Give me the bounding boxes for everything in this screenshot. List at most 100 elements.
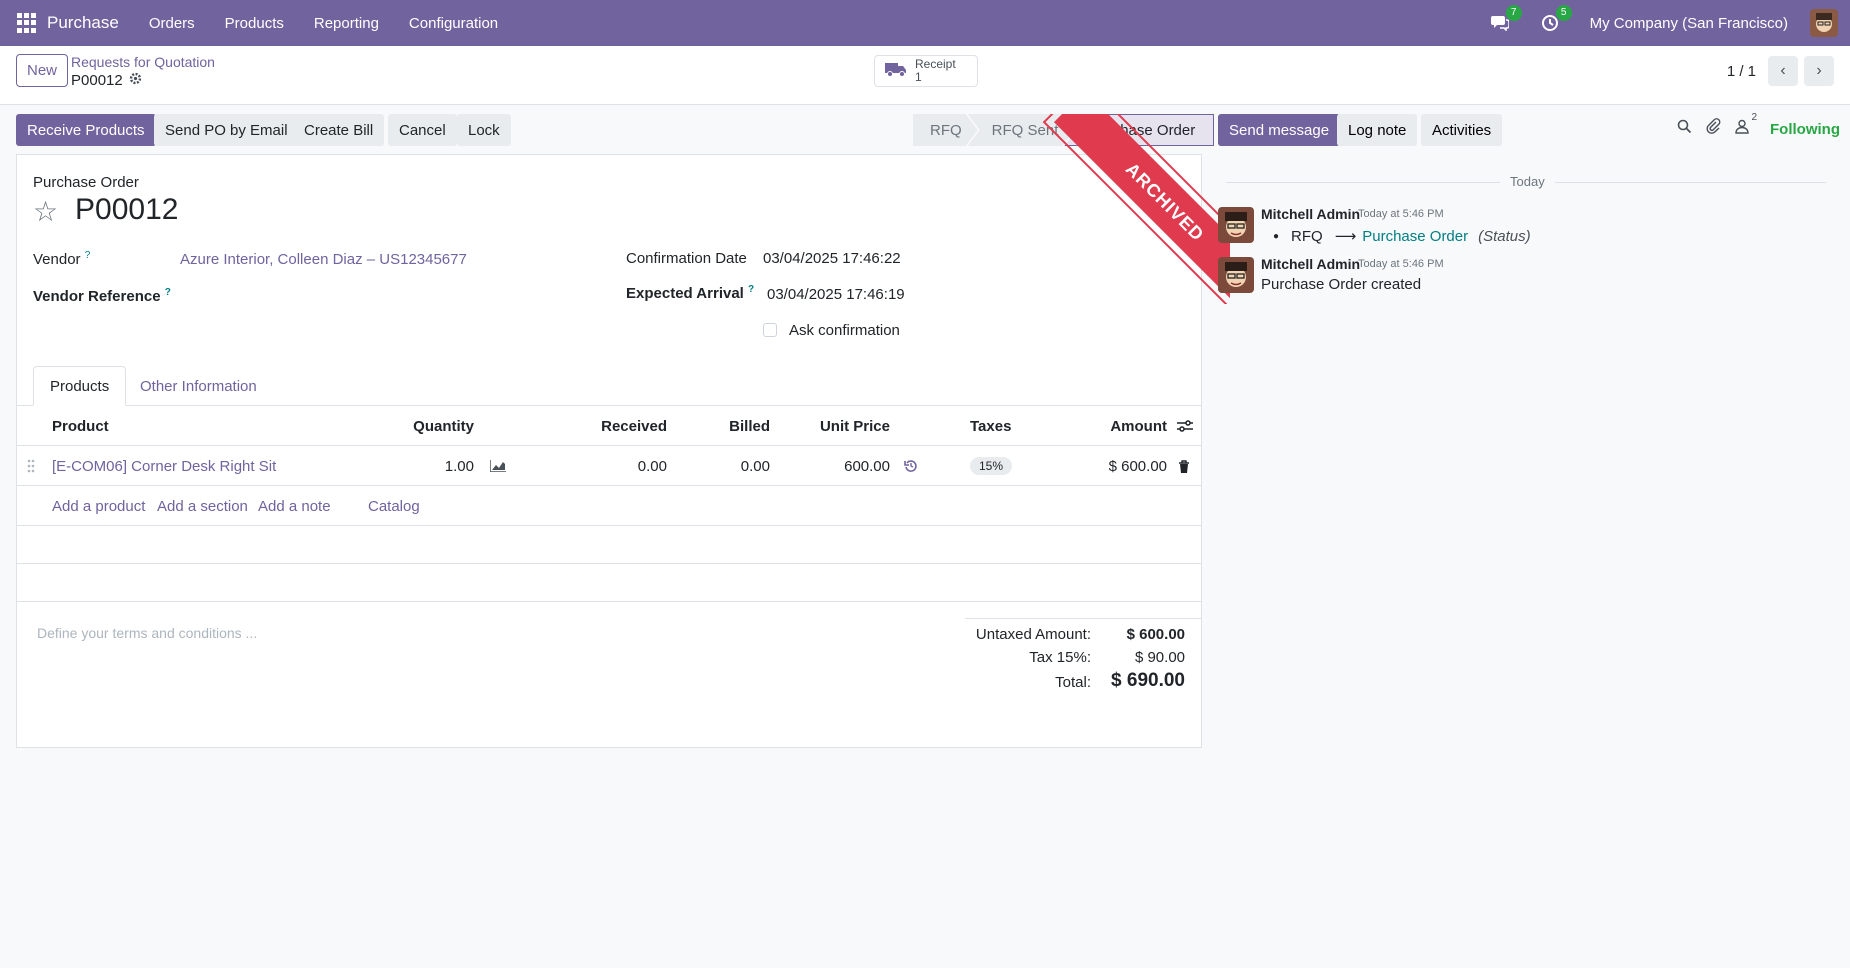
quantity-cell[interactable]: 1.00 <box>317 446 474 486</box>
pager-previous-button[interactable]: ‹ <box>1768 56 1798 86</box>
terms-conditions-field[interactable]: Define your terms and conditions ... <box>37 625 257 641</box>
messages-badge: 7 <box>1505 5 1522 21</box>
empty-row <box>17 564 1201 602</box>
form-subtitle: Purchase Order <box>33 174 139 191</box>
col-billed[interactable]: Billed <box>667 406 770 446</box>
order-lines-header: Product Quantity Received Billed Unit Pr… <box>17 406 1201 446</box>
following-toggle[interactable]: Following <box>1770 121 1840 138</box>
new-button[interactable]: New <box>16 54 69 87</box>
untaxed-amount-value: $ 600.00 <box>1126 626 1185 643</box>
taxes-cell[interactable]: 15% <box>970 446 1013 486</box>
forecast-chart-icon[interactable] <box>490 446 506 486</box>
search-icon[interactable] <box>1677 119 1692 138</box>
add-section-link[interactable]: Add a section <box>157 486 248 526</box>
ask-confirmation-label: Ask confirmation <box>789 322 900 339</box>
menu-orders[interactable]: Orders <box>139 15 205 32</box>
bullet: ● <box>1273 230 1280 242</box>
vendor-label: Vendor ? <box>33 250 91 268</box>
reset-price-icon[interactable] <box>904 446 918 486</box>
empty-row <box>17 526 1201 564</box>
activity-clock-icon[interactable]: 5 <box>1540 5 1572 33</box>
add-product-link[interactable]: Add a product <box>52 486 145 526</box>
messaging-icon[interactable]: 7 <box>1490 5 1522 33</box>
col-taxes[interactable]: Taxes <box>970 406 1011 446</box>
ask-confirmation-checkbox[interactable] <box>763 323 777 337</box>
tab-other-information[interactable]: Other Information <box>124 366 273 406</box>
help-icon[interactable]: ? <box>165 287 171 298</box>
user-avatar[interactable] <box>1810 9 1838 37</box>
star-icon[interactable]: ☆ <box>33 195 58 228</box>
tab-products[interactable]: Products <box>33 366 127 406</box>
receipt-count: 1 <box>915 70 922 84</box>
menu-products[interactable]: Products <box>215 15 294 32</box>
ribbon-text: ARCHIVED <box>1047 114 1230 304</box>
unit-price-cell[interactable]: 600.00 <box>787 446 890 486</box>
chatter-toolbar: 2 <box>1677 112 1757 138</box>
log-note-button[interactable]: Log note <box>1337 114 1418 146</box>
vendor-field[interactable]: Azure Interior, Colleen Diaz – US1234567… <box>180 251 467 268</box>
expected-arrival-label: Expected Arrival ? <box>626 284 755 302</box>
followers-icon[interactable]: 2 <box>1735 112 1757 138</box>
expected-arrival-field[interactable]: 03/04/2025 17:46:19 <box>767 286 905 303</box>
help-icon[interactable]: ? <box>748 284 754 295</box>
tracking-value-change: ● RFQ ⟶ Purchase Order (Status) <box>1273 227 1531 246</box>
create-bill-button[interactable]: Create Bill <box>293 114 385 146</box>
message-author[interactable]: Mitchell Admin <box>1261 256 1360 272</box>
company-switcher[interactable]: My Company (San Francisco) <box>1590 15 1788 32</box>
receipt-smart-button[interactable]: Receipt 1 <box>874 55 978 87</box>
page-title: P00012 <box>75 193 179 226</box>
col-unit-price[interactable]: Unit Price <box>787 406 890 446</box>
billed-cell: 0.00 <box>740 457 770 475</box>
gear-icon[interactable] <box>129 72 142 89</box>
col-amount[interactable]: Amount <box>1057 406 1167 446</box>
message-body: Purchase Order created <box>1261 276 1422 293</box>
archived-ribbon: ARCHIVED <box>1040 114 1230 304</box>
col-received[interactable]: Received <box>547 406 667 446</box>
confirmation-date-field[interactable]: 03/04/2025 17:46:22 <box>763 250 901 267</box>
stage-rfq[interactable]: RFQ <box>913 114 978 146</box>
paperclip-icon[interactable] <box>1706 118 1721 138</box>
help-icon[interactable]: ? <box>85 250 91 261</box>
truck-icon <box>885 61 907 81</box>
cancel-button[interactable]: Cancel <box>388 114 457 146</box>
col-product[interactable]: Product <box>52 406 109 446</box>
date-separator: Today <box>1500 174 1555 189</box>
apps-menu-icon[interactable] <box>17 13 37 33</box>
product-cell[interactable]: [E-COM06] Corner Desk Right Sit <box>52 446 276 486</box>
receive-products-button[interactable]: Receive Products <box>16 114 156 146</box>
top-navbar: Purchase Orders Products Reporting Confi… <box>0 0 1850 46</box>
tax-value: $ 90.00 <box>1134 649 1185 666</box>
send-message-button[interactable]: Send message <box>1218 114 1341 146</box>
avatar[interactable] <box>1218 257 1254 293</box>
message-author[interactable]: Mitchell Admin <box>1261 206 1360 222</box>
menu-reporting[interactable]: Reporting <box>304 15 389 32</box>
total-value: $ 690.00 <box>1111 670 1185 691</box>
menu-configuration[interactable]: Configuration <box>399 15 508 32</box>
pager-value[interactable]: 1 / 1 <box>1727 63 1756 80</box>
drag-handle-icon[interactable] <box>27 446 35 486</box>
amount-cell: $ 600.00 <box>1108 457 1167 475</box>
tax-label: Tax 15%: <box>1029 649 1091 666</box>
tracked-field: (Status) <box>1478 227 1531 245</box>
app-name[interactable]: Purchase <box>47 13 119 33</box>
catalog-link[interactable]: Catalog <box>368 486 420 526</box>
control-panel: New Requests for Quotation P00012 Receip… <box>0 46 1850 105</box>
confirmation-date-label: Confirmation Date <box>626 250 747 267</box>
table-row[interactable]: [E-COM06] Corner Desk Right Sit 1.00 0.0… <box>17 446 1201 486</box>
notebook-tabs: Products Other Information <box>17 366 1201 406</box>
activities-badge: 5 <box>1555 5 1572 21</box>
message-time: Today at 5:46 PM <box>1358 208 1444 220</box>
totals-divider <box>965 618 1201 619</box>
delete-line-icon[interactable] <box>1178 446 1190 486</box>
add-note-link[interactable]: Add a note <box>258 486 331 526</box>
send-po-email-button[interactable]: Send PO by Email <box>154 114 299 146</box>
activities-button[interactable]: Activities <box>1421 114 1503 146</box>
lock-button[interactable]: Lock <box>457 114 511 146</box>
followers-count: 2 <box>1751 111 1757 123</box>
breadcrumb-rfq[interactable]: Requests for Quotation <box>71 54 215 70</box>
pager-next-button[interactable]: › <box>1804 56 1834 86</box>
optional-columns-toggle-icon[interactable] <box>1177 406 1193 446</box>
received-cell: 0.00 <box>637 457 667 475</box>
col-quantity[interactable]: Quantity <box>317 406 474 446</box>
avatar[interactable] <box>1218 207 1254 243</box>
